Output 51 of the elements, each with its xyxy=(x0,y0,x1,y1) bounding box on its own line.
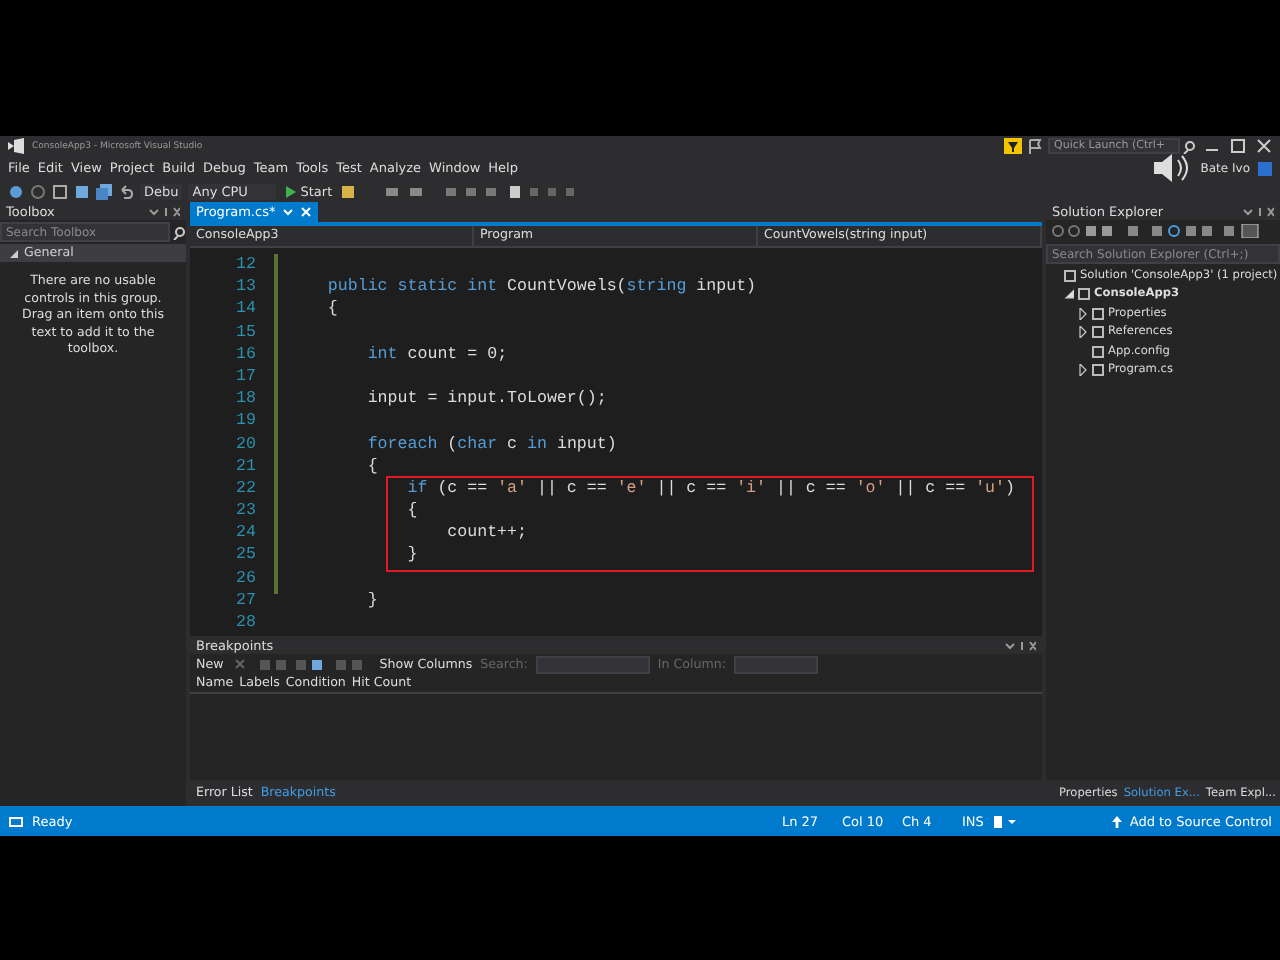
close-icon[interactable] xyxy=(1254,138,1274,154)
line-number: 26 xyxy=(234,567,256,590)
maximize-icon[interactable] xyxy=(1228,138,1248,154)
line-number: 19 xyxy=(234,410,256,433)
play-icon xyxy=(286,185,297,197)
status-icon xyxy=(8,815,24,827)
app-logo-icon xyxy=(6,138,26,154)
line-number: 28 xyxy=(234,612,256,635)
search-field[interactable] xyxy=(535,655,650,673)
code-line: { xyxy=(405,502,418,521)
back-icon[interactable] xyxy=(8,183,24,199)
line-number: 27 xyxy=(234,589,256,612)
line-number: 15 xyxy=(234,321,256,344)
code-line: } xyxy=(405,546,418,565)
speaker-icon xyxy=(1152,152,1193,184)
line-number: 21 xyxy=(234,455,256,478)
save-icon[interactable] xyxy=(74,183,90,199)
line-number: 12 xyxy=(234,254,256,277)
line-number: 24 xyxy=(234,522,256,545)
line-number: 18 xyxy=(234,388,256,411)
expander-icon[interactable] xyxy=(1078,307,1088,320)
code-line: foreach (char c in input) xyxy=(365,435,617,453)
save-all-icon[interactable] xyxy=(96,183,112,199)
line-number: 25 xyxy=(234,544,256,568)
line-number: 20 xyxy=(234,433,256,456)
code-line: input = input.ToLower(); xyxy=(365,390,607,409)
line-number: 23 xyxy=(234,500,256,523)
up-arrow-icon xyxy=(1111,815,1122,827)
expander-icon[interactable] xyxy=(1078,326,1088,339)
code-line: if (c == 'a' || c == 'e' || c == 'i' || c == 'o' || c == 'u') xyxy=(405,479,1015,498)
search-icon xyxy=(172,225,186,239)
user-icon[interactable] xyxy=(1258,161,1272,175)
search-icon xyxy=(1182,139,1196,153)
flag-icon[interactable] xyxy=(1028,138,1042,154)
code-line: { xyxy=(325,300,338,319)
expander-icon[interactable] xyxy=(1064,288,1074,301)
line-number: 16 xyxy=(234,343,256,366)
line-number: 13 xyxy=(234,276,256,299)
code-line: } xyxy=(365,591,378,610)
line-number: 14 xyxy=(234,298,256,322)
new-project-icon[interactable] xyxy=(52,183,68,199)
code-line: count++; xyxy=(445,524,527,543)
code-line: { xyxy=(365,457,378,476)
undo-icon[interactable] xyxy=(118,183,134,199)
filter-icon[interactable] xyxy=(1004,138,1022,154)
code-line: int count = 0; xyxy=(365,345,508,364)
forward-icon[interactable] xyxy=(30,183,46,199)
code-line: public static int CountVowels(string input) xyxy=(325,278,757,297)
line-number: 17 xyxy=(234,365,256,389)
line-number: 22 xyxy=(234,477,256,501)
expander-icon[interactable] xyxy=(1078,364,1088,377)
